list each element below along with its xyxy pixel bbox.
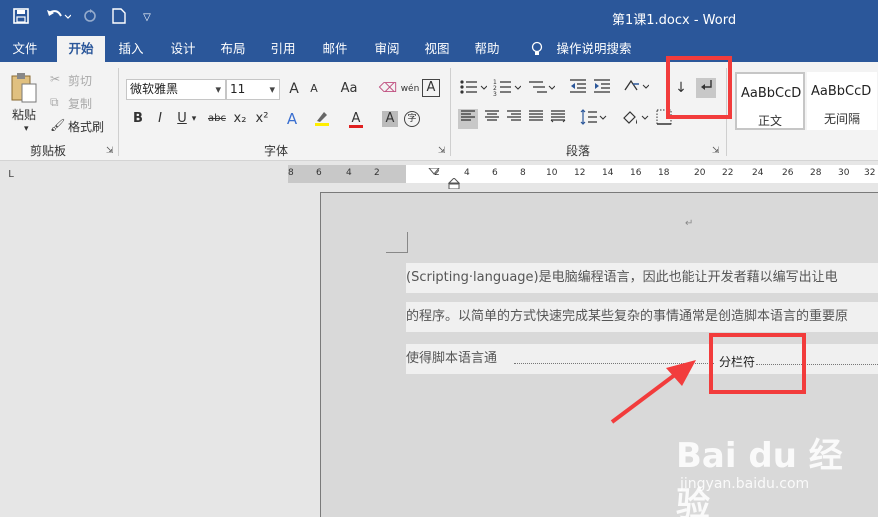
italic-button[interactable]: I bbox=[150, 109, 170, 129]
navigation-pane bbox=[0, 189, 288, 517]
copy-icon[interactable]: ⧉ bbox=[50, 95, 59, 110]
tab-design[interactable]: 设计 bbox=[162, 36, 204, 62]
align-center-icon[interactable] bbox=[482, 109, 502, 129]
ruler-row: L 8 6 4 2 2 4 6 8 10 12 14 16 18 20 22 2… bbox=[0, 161, 878, 190]
copy-button[interactable]: 复制 bbox=[68, 95, 92, 112]
multilevel-list-icon[interactable] bbox=[526, 78, 556, 98]
tab-review[interactable]: 审阅 bbox=[366, 36, 408, 62]
enclose-characters-button[interactable]: 字 bbox=[404, 111, 420, 127]
svg-text:3: 3 bbox=[493, 91, 497, 96]
shrink-font-button[interactable]: A bbox=[304, 79, 324, 99]
format-painter-button[interactable]: 格式刷 bbox=[68, 118, 104, 135]
style-no-spacing[interactable]: AaBbCcD 无间隔 bbox=[807, 72, 877, 130]
clear-formatting-icon[interactable]: ⌫ bbox=[378, 79, 398, 99]
redo-icon[interactable] bbox=[80, 8, 100, 28]
tell-me-search[interactable]: 操作说明搜索 bbox=[552, 36, 636, 62]
numbering-icon[interactable]: 123 bbox=[492, 78, 522, 98]
clipboard-group-label: 剪贴板 bbox=[30, 144, 67, 158]
subscript-button[interactable]: x₂ bbox=[230, 109, 250, 129]
highlight-box-column-break bbox=[709, 333, 806, 394]
text-effects-icon[interactable]: A bbox=[282, 109, 302, 129]
font-launcher-icon[interactable]: ⇲ bbox=[438, 146, 446, 156]
tab-selector[interactable]: L bbox=[0, 161, 22, 189]
bold-button[interactable]: B bbox=[128, 109, 148, 129]
ribbon: 粘贴 ▾ ✂ 剪切 ⧉ 复制 🖌 格式刷 剪贴板 ⇲ 微软雅黑 ▾ 11 ▾ A A… bbox=[0, 62, 878, 161]
tab-references[interactable]: 引用 bbox=[262, 36, 304, 62]
grow-font-button[interactable]: A bbox=[284, 79, 304, 99]
justify-icon[interactable] bbox=[526, 109, 546, 129]
highlight-icon[interactable] bbox=[312, 109, 332, 129]
paragraph-shading-icon[interactable] bbox=[620, 109, 650, 129]
crop-mark bbox=[386, 252, 408, 253]
group-divider bbox=[450, 68, 451, 156]
title-bar: ▽ 第1课1.docx - Word bbox=[0, 0, 878, 36]
save-icon[interactable] bbox=[10, 8, 32, 28]
align-right-icon[interactable] bbox=[504, 109, 524, 129]
chevron-down-icon: ▾ bbox=[215, 83, 221, 96]
font-size-select[interactable]: 11 ▾ bbox=[226, 79, 280, 100]
change-case-button[interactable]: Aa bbox=[334, 79, 364, 99]
font-color-button[interactable]: A bbox=[346, 109, 366, 129]
decrease-indent-icon[interactable] bbox=[568, 78, 588, 98]
tab-insert[interactable]: 插入 bbox=[110, 36, 152, 62]
paste-dropdown-icon[interactable]: ▾ bbox=[24, 124, 29, 134]
line-spacing-icon[interactable] bbox=[578, 109, 608, 129]
cut-button[interactable]: 剪切 bbox=[68, 72, 92, 89]
tab-view[interactable]: 视图 bbox=[416, 36, 458, 62]
distributed-icon[interactable] bbox=[548, 109, 568, 129]
tab-help[interactable]: 帮助 bbox=[466, 36, 508, 62]
superscript-button[interactable]: x² bbox=[252, 109, 272, 129]
underline-dropdown-icon[interactable]: ▾ bbox=[188, 109, 200, 129]
lightbulb-icon bbox=[528, 36, 546, 62]
paste-icon[interactable] bbox=[10, 72, 40, 108]
horizontal-ruler[interactable]: 8 6 4 2 2 4 6 8 10 12 14 16 18 20 22 24 … bbox=[288, 165, 878, 190]
crop-mark bbox=[407, 232, 408, 253]
chinese-layout-icon[interactable] bbox=[622, 78, 650, 98]
customize-qat-icon[interactable]: ▽ bbox=[140, 8, 154, 28]
strikethrough-button[interactable]: abc bbox=[206, 109, 228, 129]
align-left-icon[interactable] bbox=[458, 109, 478, 129]
paste-button[interactable]: 粘贴 bbox=[12, 106, 36, 123]
paragraph-group-label: 段落 bbox=[566, 144, 591, 158]
chevron-down-icon: ▾ bbox=[269, 83, 275, 96]
document-line-1[interactable]: (Scripting·language)是电脑编程语言，因此也能让开发者藉以编写… bbox=[406, 263, 878, 293]
cut-icon[interactable]: ✂ bbox=[50, 72, 60, 86]
character-shading-button[interactable]: A bbox=[382, 111, 398, 127]
annotation-arrow-icon bbox=[610, 360, 696, 424]
clipboard-launcher-icon[interactable]: ⇲ bbox=[106, 146, 114, 156]
document-line-2[interactable]: 的程序。以简单的方式快速完成某些复杂的事情通常是创造脚本语言的重要原 bbox=[406, 302, 878, 332]
tab-home[interactable]: 开始 bbox=[57, 36, 105, 62]
font-group-label: 字体 bbox=[264, 144, 289, 158]
ribbon-tabs: 文件 开始 插入 设计 布局 引用 邮件 审阅 视图 帮助 操作说明搜索 bbox=[0, 36, 878, 62]
tab-file[interactable]: 文件 bbox=[4, 36, 46, 62]
tab-mailings[interactable]: 邮件 bbox=[314, 36, 356, 62]
first-line-indent-marker[interactable] bbox=[427, 161, 441, 180]
tab-layout[interactable]: 布局 bbox=[212, 36, 254, 62]
window-title: 第1课1.docx - Word bbox=[612, 13, 737, 28]
highlight-box-show-marks bbox=[666, 56, 732, 119]
bullets-icon[interactable] bbox=[458, 78, 488, 98]
phonetic-guide-button[interactable]: wén bbox=[400, 79, 420, 99]
paragraph-mark: ↵ bbox=[685, 218, 694, 229]
style-normal[interactable]: AaBbCcD 正文 bbox=[735, 72, 805, 130]
increase-indent-icon[interactable] bbox=[592, 78, 612, 98]
new-doc-icon[interactable] bbox=[110, 8, 128, 28]
format-painter-icon[interactable]: 🖌 bbox=[50, 118, 65, 132]
baidu-watermark: Bai du 经验 jingyan.baidu.com bbox=[676, 436, 843, 517]
font-name-select[interactable]: 微软雅黑 ▾ bbox=[126, 79, 226, 100]
group-divider bbox=[118, 68, 119, 156]
undo-icon[interactable] bbox=[42, 8, 74, 28]
paragraph-launcher-icon[interactable]: ⇲ bbox=[712, 146, 720, 156]
character-border-button[interactable]: A bbox=[422, 79, 440, 97]
